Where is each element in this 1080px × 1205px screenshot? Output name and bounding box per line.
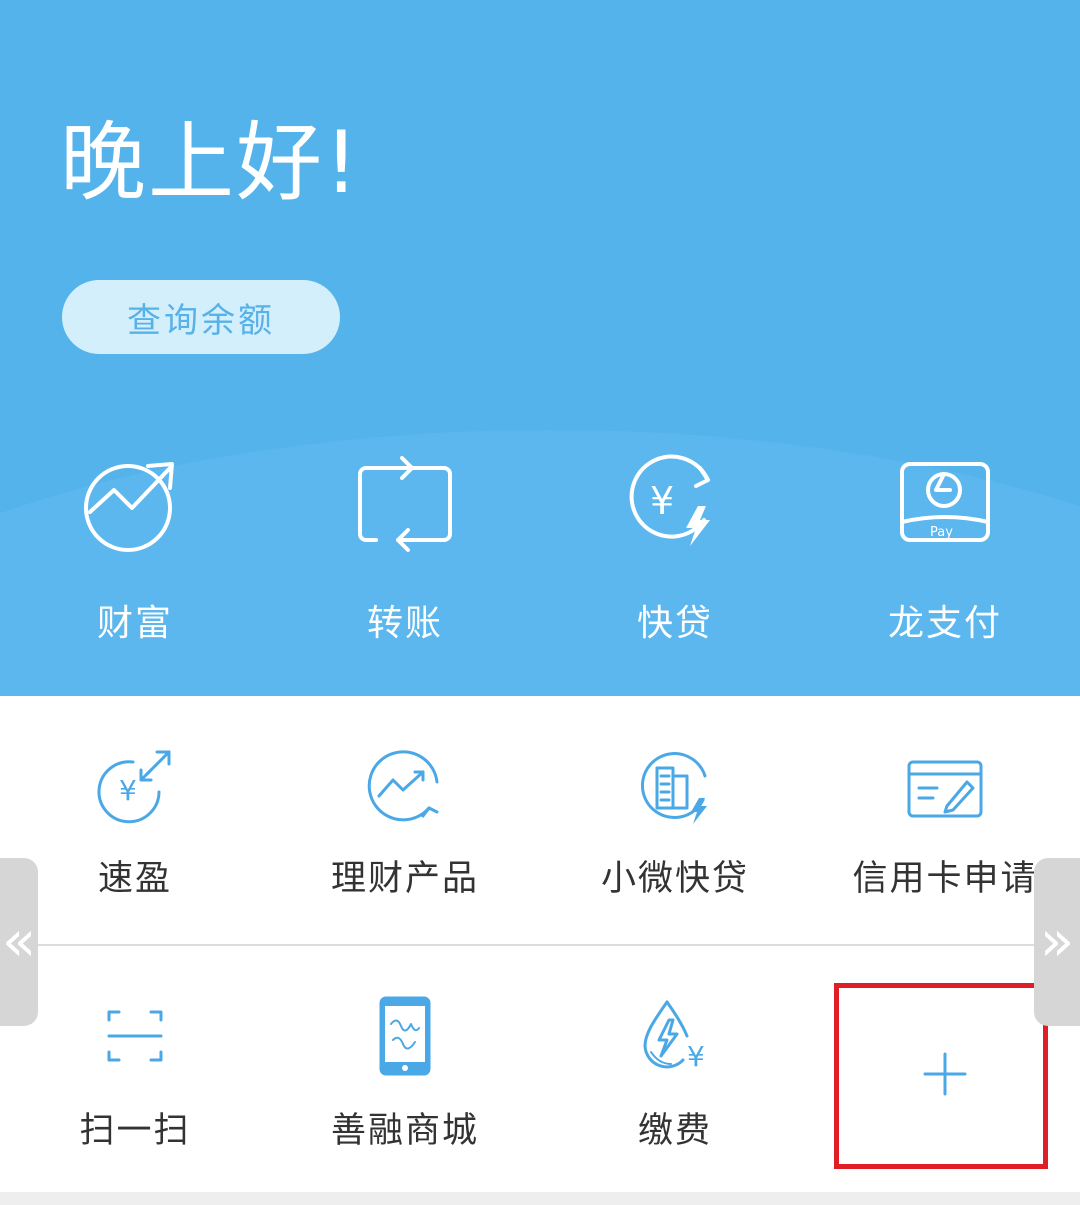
long-pay-icon: Pay — [900, 462, 990, 542]
prev-page-arrow[interactable]: « — [0, 858, 38, 1026]
shortcut-label: 扫一扫 — [79, 1111, 191, 1151]
yuan-exchange-icon: ¥ — [97, 750, 171, 824]
quick-action-label: 龙支付 — [887, 603, 1002, 644]
quick-action-long-pay[interactable]: Pay 龙支付 — [810, 448, 1080, 658]
quick-action-label: 快贷 — [636, 603, 713, 644]
chevron-double-left-icon: « — [1, 909, 37, 974]
quick-action-label: 转账 — [366, 603, 443, 644]
shortcut-label: 善融商城 — [330, 1111, 479, 1151]
shortcut-label: 速盈 — [97, 859, 172, 899]
shortcut-row: 扫一扫 善融商城 ¥ 缴费 — [0, 946, 1080, 1194]
check-balance-button[interactable]: 查询余额 — [62, 280, 340, 354]
greeting-text: 晚上好! — [60, 113, 361, 213]
scan-icon — [107, 1010, 163, 1062]
svg-text:¥: ¥ — [687, 1040, 705, 1073]
small-business-loan-icon — [641, 752, 707, 824]
bottom-separator — [0, 1192, 1080, 1205]
header-quick-actions: 财富 转账 ¥ 快贷 Pay 龙支付 — [0, 448, 1080, 658]
utility-payment-icon: ¥ — [643, 1000, 705, 1073]
shortcut-scan[interactable]: 扫一扫 — [0, 946, 270, 1194]
transfer-icon — [358, 456, 452, 552]
shortcut-label: 小微快贷 — [600, 859, 749, 899]
credit-card-apply-icon — [907, 760, 983, 818]
plus-icon — [923, 1052, 967, 1096]
next-page-arrow[interactable]: » — [1034, 858, 1080, 1026]
financial-product-icon — [367, 750, 439, 822]
quick-action-quick-loan[interactable]: ¥ 快贷 — [540, 448, 810, 658]
shortcut-utility-payment[interactable]: ¥ 缴费 — [540, 946, 810, 1194]
svg-text:¥: ¥ — [119, 774, 137, 807]
svg-text:Pay: Pay — [930, 525, 953, 540]
chevron-double-right-icon: » — [1039, 909, 1075, 974]
header-banner: 晚上好! 查询余额 财富 转账 ¥ 快贷 Pay 龙支付 — [0, 0, 1080, 696]
shortcut-suying[interactable]: ¥ 速盈 — [0, 696, 270, 944]
wealth-growth-icon — [84, 462, 174, 552]
shortcut-label: 理财产品 — [330, 859, 479, 899]
shortcut-panel: ¥ 速盈 理财产品 小微快贷 信用卡申请 扫一扫 善融商城 ¥ 缴费 — [0, 696, 1080, 1192]
shortcut-label: 缴费 — [637, 1111, 712, 1151]
shortcut-shanrong-mall[interactable]: 善融商城 — [270, 946, 540, 1194]
shortcut-small-business-loan[interactable]: 小微快贷 — [540, 696, 810, 944]
quick-action-wealth[interactable]: 财富 — [0, 448, 270, 658]
shortcut-row: ¥ 速盈 理财产品 小微快贷 信用卡申请 — [0, 696, 1080, 944]
quick-action-transfer[interactable]: 转账 — [270, 448, 540, 658]
svg-text:¥: ¥ — [650, 479, 674, 523]
quick-action-label: 财富 — [96, 603, 173, 644]
mall-phone-icon — [379, 996, 431, 1076]
quick-loan-icon: ¥ — [629, 454, 710, 546]
shortcut-financial-product[interactable]: 理财产品 — [270, 696, 540, 944]
